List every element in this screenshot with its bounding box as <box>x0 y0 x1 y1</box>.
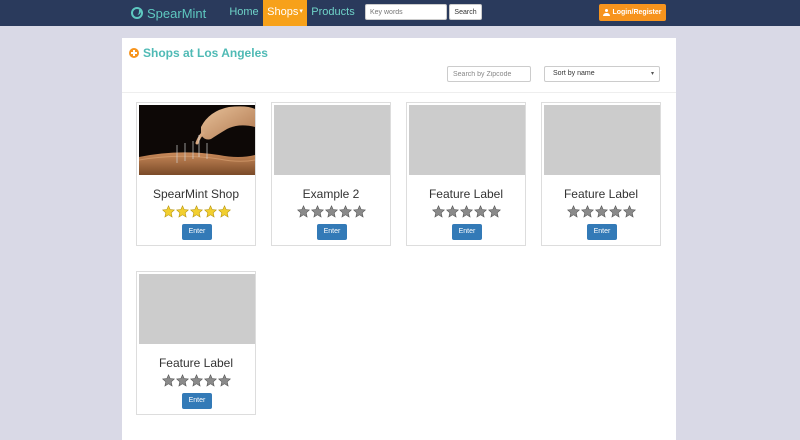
star-empty-icon <box>217 374 231 387</box>
star-rating <box>137 205 255 218</box>
nav-shops-dropdown[interactable]: Shops▾ <box>263 0 307 26</box>
shop-name: Example 2 <box>302 187 360 201</box>
shop-card: Feature Label Enter <box>136 271 256 415</box>
star-empty-icon <box>324 205 338 218</box>
shop-card: Feature Label Enter <box>406 102 526 246</box>
star-filled-icon <box>203 205 217 218</box>
acupuncture-photo <box>139 105 255 175</box>
top-navbar: SpearMint Home Shops▾ Products Search Lo… <box>0 0 800 26</box>
star-empty-icon <box>310 205 324 218</box>
divider <box>122 92 676 93</box>
star-rating <box>542 205 660 218</box>
shop-image-placeholder <box>139 274 255 344</box>
star-empty-icon <box>580 205 594 218</box>
shop-card: Feature Label Enter <box>541 102 661 246</box>
shop-name: Feature Label <box>428 187 504 201</box>
login-register-label: Login/Register <box>612 9 662 16</box>
brand-logo-link[interactable]: SpearMint <box>131 4 206 22</box>
zipcode-search-input[interactable] <box>447 66 531 82</box>
star-filled-icon <box>161 205 175 218</box>
star-empty-icon <box>296 205 310 218</box>
star-empty-icon <box>203 374 217 387</box>
star-empty-icon <box>338 205 352 218</box>
star-filled-icon <box>217 205 231 218</box>
page-title-text: Shops at Los Angeles <box>143 46 268 60</box>
shop-image <box>139 105 255 175</box>
shop-image-placeholder <box>544 105 660 175</box>
sort-select[interactable]: Sort by name ▾ <box>544 66 660 82</box>
shop-name: Feature Label <box>563 187 639 201</box>
plus-circle-icon <box>129 48 139 58</box>
select-arrow-icon: ▾ <box>650 71 654 77</box>
star-rating <box>137 374 255 387</box>
star-empty-icon <box>473 205 487 218</box>
nav-home[interactable]: Home <box>226 0 262 26</box>
shop-image-placeholder <box>409 105 525 175</box>
keyword-search-input[interactable] <box>365 4 447 20</box>
shop-card: SpearMint Shop Enter <box>136 102 256 246</box>
enter-button[interactable]: Enter <box>182 224 212 240</box>
star-empty-icon <box>487 205 501 218</box>
star-rating <box>407 205 525 218</box>
shop-image-placeholder <box>274 105 390 175</box>
enter-button[interactable]: Enter <box>317 224 347 240</box>
shop-name: Feature Label <box>158 356 234 370</box>
star-filled-icon <box>175 205 189 218</box>
star-empty-icon <box>608 205 622 218</box>
enter-button[interactable]: Enter <box>587 224 617 240</box>
enter-button[interactable]: Enter <box>452 224 482 240</box>
star-rating <box>272 205 390 218</box>
spearmint-logo-icon <box>131 7 143 19</box>
enter-button[interactable]: Enter <box>182 393 212 409</box>
caret-down-icon: ▾ <box>299 8 303 15</box>
brand-name: SpearMint <box>147 5 207 21</box>
shop-name: SpearMint Shop <box>152 187 240 201</box>
star-empty-icon <box>566 205 580 218</box>
nav-products[interactable]: Products <box>310 0 356 26</box>
login-register-button[interactable]: Login/Register <box>599 4 666 21</box>
user-icon <box>603 9 611 16</box>
star-empty-icon <box>445 205 459 218</box>
star-empty-icon <box>189 374 203 387</box>
star-empty-icon <box>622 205 636 218</box>
star-empty-icon <box>352 205 366 218</box>
search-button[interactable]: Search <box>449 4 482 20</box>
star-empty-icon <box>175 374 189 387</box>
star-empty-icon <box>594 205 608 218</box>
star-empty-icon <box>459 205 473 218</box>
nav-shops-label: Shops <box>267 6 299 18</box>
shops-panel: Shops at Los Angeles Sort by name ▾ <box>122 38 676 440</box>
star-filled-icon <box>189 205 203 218</box>
star-empty-icon <box>161 374 175 387</box>
page-title: Shops at Los Angeles <box>129 46 268 60</box>
shop-card: Example 2 Enter <box>271 102 391 246</box>
star-empty-icon <box>431 205 445 218</box>
sort-select-value: Sort by name <box>553 70 595 77</box>
